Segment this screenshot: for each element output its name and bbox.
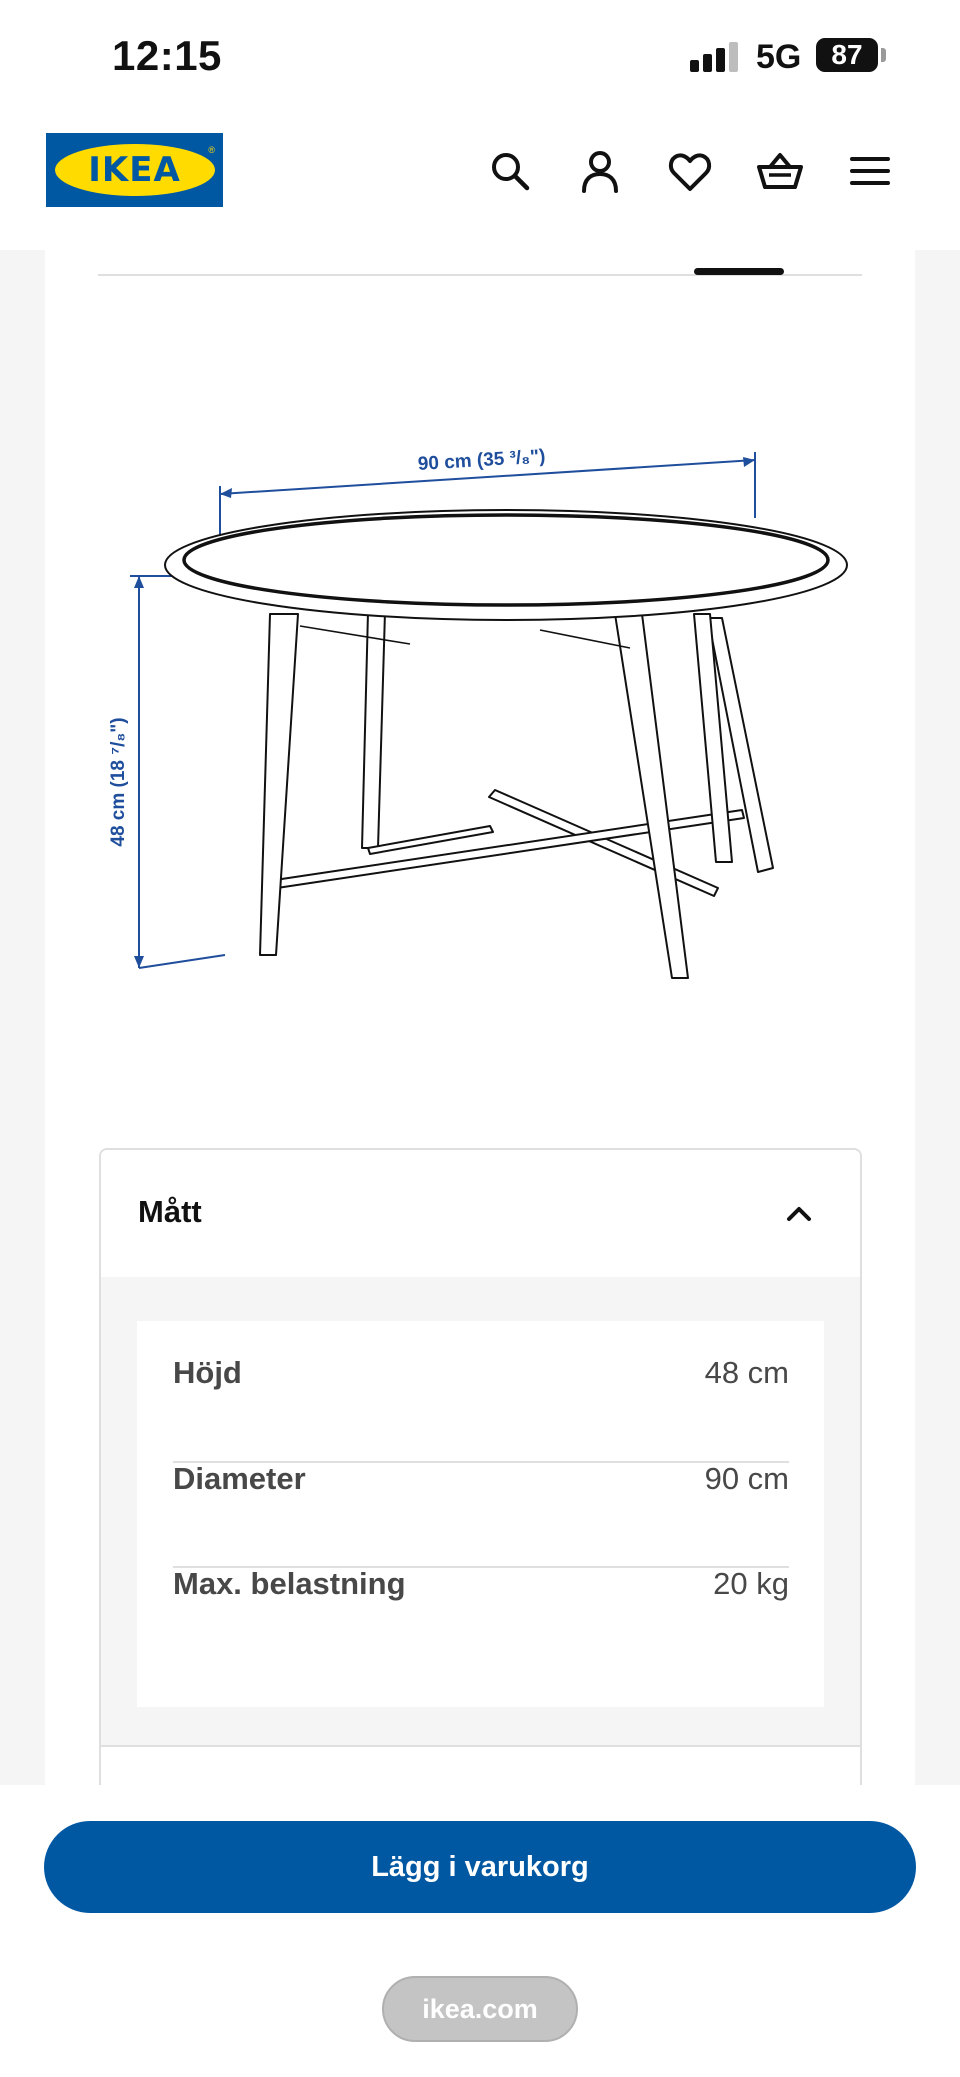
chevron-up-icon[interactable] — [782, 1196, 816, 1230]
measurements-accordion: Mått Höjd 48 cm Diameter 90 cm Max. bela… — [99, 1148, 862, 1808]
site-header: IKEA ® — [0, 115, 960, 250]
cart-icon[interactable] — [756, 147, 804, 195]
page-margin-left — [0, 250, 45, 1785]
height-dimension-label: 48 cm (18 ⁷/₈") — [110, 717, 129, 846]
measurement-value: 48 cm — [704, 1355, 789, 1390]
measurement-row: Höjd 48 cm — [173, 1321, 789, 1426]
add-to-cart-button[interactable]: Lägg i varukorg — [44, 1821, 916, 1913]
product-dimension-drawing: 90 cm (35 ³/₈") 48 cm (18 ⁷/₈") — [110, 446, 848, 979]
battery-icon: 87 — [816, 38, 878, 72]
browser-url-pill[interactable]: ikea.com — [382, 1976, 578, 2042]
search-icon[interactable] — [486, 147, 534, 195]
status-time: 12:15 — [112, 32, 222, 79]
measurement-row: Diameter 90 cm — [173, 1427, 789, 1532]
bottom-bar: Lägg i varukorg ikea.com — [0, 1785, 960, 2077]
signal-icon — [690, 42, 742, 72]
battery-cap — [881, 48, 886, 62]
status-bar: 12:15 5G 87 — [0, 0, 960, 115]
measurement-label: Höjd — [173, 1355, 242, 1390]
active-image-indicator[interactable] — [694, 268, 784, 275]
width-dimension-label: 90 cm (35 ³/₈") — [417, 446, 546, 475]
accordion-title: Mått — [138, 1194, 202, 1229]
measurement-label: Diameter — [173, 1461, 306, 1496]
measurements-table: Höjd 48 cm Diameter 90 cm Max. belastnin… — [137, 1321, 824, 1707]
accordion-body: Höjd 48 cm Diameter 90 cm Max. belastnin… — [101, 1277, 860, 1745]
ikea-logo[interactable]: IKEA ® — [46, 133, 223, 207]
profile-icon[interactable] — [576, 147, 624, 195]
logo-oval: IKEA — [54, 144, 215, 196]
measurement-value: 90 cm — [704, 1461, 789, 1496]
next-section-divider — [101, 1745, 860, 1747]
registered-mark: ® — [208, 145, 215, 155]
measurement-row: Max. belastning 20 kg — [173, 1532, 789, 1637]
measurement-value: 20 kg — [713, 1566, 789, 1601]
accordion-header[interactable]: Mått — [101, 1150, 860, 1277]
network-label: 5G — [756, 38, 802, 76]
heart-icon[interactable] — [666, 147, 714, 195]
menu-icon[interactable] — [846, 147, 894, 195]
measurement-label: Max. belastning — [173, 1566, 406, 1601]
page-margin-right — [915, 250, 960, 1785]
logo-text: IKEA — [88, 150, 181, 190]
